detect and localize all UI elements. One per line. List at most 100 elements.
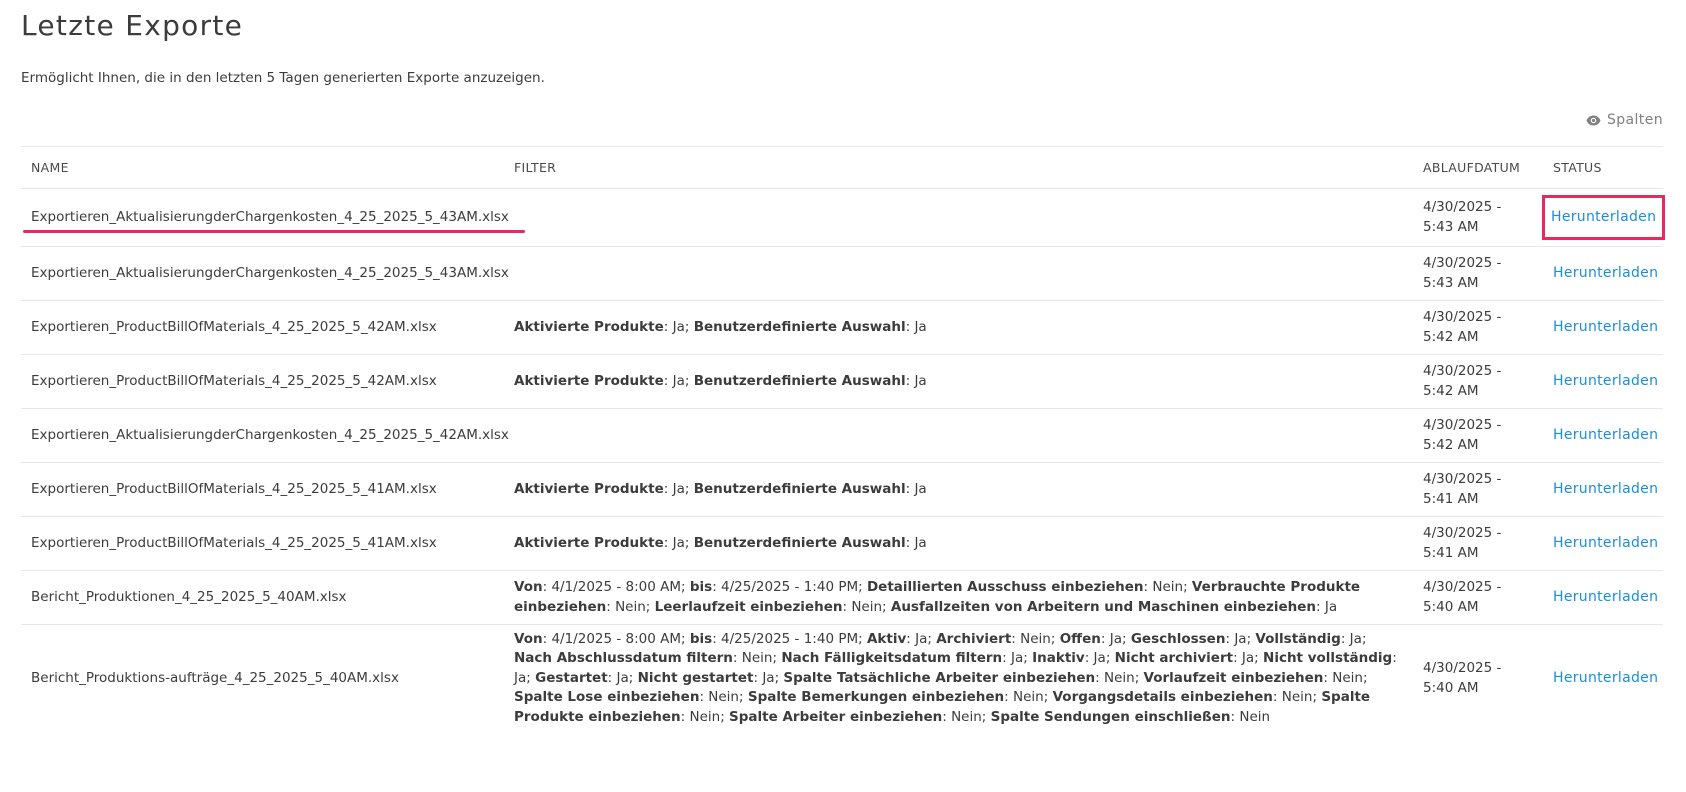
table-row: Exportieren_ProductBillOfMaterials_4_25_… — [21, 516, 1663, 570]
download-link[interactable]: Herunterladen — [1553, 264, 1658, 284]
filter-value: Nein — [851, 598, 883, 615]
filter-label: Archiviert — [936, 630, 1012, 647]
filter-value: Nein — [951, 708, 982, 725]
export-filter: Aktivierte Produkte: Ja; Benutzerdefinie… — [514, 534, 927, 551]
filter-value: 4/25/2025 - 1:40 PM — [721, 630, 859, 647]
filter-label: Aktivierte Produkte — [514, 534, 664, 551]
status-cell: Herunterladen — [1549, 588, 1663, 608]
expiry-time-line: 5:42 AM — [1423, 328, 1479, 345]
filter-value: Nein — [1103, 669, 1135, 686]
columns-button[interactable]: Spalten — [1586, 112, 1663, 128]
expiry-time-line: 5:42 AM — [1423, 436, 1479, 453]
filter-label: Inaktiv — [1032, 650, 1085, 667]
expiry-date-line: 4/30/2025 - — [1423, 471, 1502, 487]
header-expiry[interactable]: ABLAUFDATUM — [1423, 158, 1549, 178]
table-row: Exportieren_ProductBillOfMaterials_4_25_… — [21, 354, 1663, 408]
export-filter: Aktivierte Produkte: Ja; Benutzerdefinie… — [514, 372, 927, 389]
export-filter: Aktivierte Produkte: Ja; Benutzerdefinie… — [514, 318, 927, 335]
download-link[interactable]: Herunterladen — [1553, 372, 1658, 392]
export-filter: Von: 4/1/2025 - 8:00 AM; bis: 4/25/2025 … — [514, 630, 1397, 725]
table-body: Exportieren_AktualisierungderChargenkost… — [21, 188, 1666, 732]
filter-label: Gestartet — [535, 669, 608, 686]
filter-label: Benutzerdefinierte Auswahl — [693, 318, 906, 335]
expiry-date-line: 4/30/2025 - — [1423, 579, 1502, 595]
filter-value: Nein — [689, 708, 721, 725]
table-row: Exportieren_AktualisierungderChargenkost… — [21, 188, 1666, 246]
filter-value: Ja — [1349, 630, 1362, 647]
filter-value: Nein — [1152, 579, 1184, 595]
filter-value: Nein — [1020, 630, 1051, 647]
expiry-date-line: 4/30/2025 - — [1423, 309, 1502, 325]
filter-label: Nicht gestartet — [637, 669, 754, 686]
filter-label: Vorgangsdetails einbeziehen — [1052, 689, 1273, 706]
annotation-underline — [23, 229, 525, 233]
export-file-name: Exportieren_AktualisierungderChargenkost… — [31, 426, 509, 443]
filter-label: Nach Abschlussdatum filtern — [514, 650, 733, 667]
eye-icon — [1586, 115, 1601, 126]
filter-label: Benutzerdefinierte Auswahl — [693, 534, 906, 551]
expiry-date: 4/30/2025 - 5:43 AM — [1423, 198, 1549, 237]
filter-label: Offen — [1059, 630, 1101, 647]
download-link[interactable]: Herunterladen — [1541, 194, 1666, 241]
expiry-date-line: 4/30/2025 - — [1423, 660, 1502, 676]
filter-value: 4/1/2025 - 8:00 AM — [551, 630, 682, 647]
table-row: Exportieren_AktualisierungderChargenkost… — [21, 246, 1663, 300]
expiry-date: 4/30/2025 - 5:42 AM — [1423, 308, 1549, 347]
export-file-name: Exportieren_AktualisierungderChargenkost… — [31, 264, 509, 281]
export-file-name: Bericht_Produktions-aufträge_4_25_2025_5… — [31, 669, 399, 686]
filter-value: Nein — [708, 689, 739, 706]
download-link[interactable]: Herunterladen — [1553, 318, 1658, 338]
filter-label: Von — [514, 630, 543, 647]
expiry-date-line: 4/30/2025 - — [1423, 255, 1502, 271]
filter-label: Nicht archiviert — [1114, 650, 1234, 667]
export-file-name: Exportieren_ProductBillOfMaterials_4_25_… — [31, 318, 437, 335]
header-status[interactable]: STATUS — [1549, 158, 1663, 178]
filter-value: Ja — [672, 534, 685, 551]
download-link[interactable]: Herunterladen — [1553, 480, 1658, 500]
download-link[interactable]: Herunterladen — [1553, 669, 1658, 689]
export-file-name: Exportieren_ProductBillOfMaterials_4_25_… — [31, 372, 437, 389]
expiry-time-line: 5:41 AM — [1423, 544, 1479, 561]
filter-label: bis — [689, 579, 713, 595]
status-cell: Herunterladen — [1549, 534, 1663, 554]
filter-label: Geschlossen — [1130, 630, 1226, 647]
filter-value: Ja — [672, 480, 685, 497]
expiry-date: 4/30/2025 - 5:40 AM — [1423, 659, 1549, 698]
status-cell: Herunterladen — [1549, 318, 1663, 338]
filter-value: 4/1/2025 - 8:00 AM — [551, 579, 682, 595]
filter-value: Ja — [1241, 650, 1255, 667]
export-filter: Aktivierte Produkte: Ja; Benutzerdefinie… — [514, 480, 927, 497]
filter-label: Aktivierte Produkte — [514, 318, 664, 335]
filter-label: Spalte Tatsächliche Arbeiter einbeziehen — [783, 669, 1096, 686]
status-cell: Herunterladen — [1541, 194, 1666, 241]
filter-label: Spalte Sendungen einschließen — [990, 708, 1231, 725]
header-filter[interactable]: FILTER — [514, 158, 1423, 178]
export-file-name: Exportieren_AktualisierungderChargenkost… — [31, 208, 509, 225]
filter-label: Nicht vollständig — [1263, 650, 1393, 667]
expiry-date: 4/30/2025 - 5:42 AM — [1423, 416, 1549, 455]
expiry-date: 4/30/2025 - 5:42 AM — [1423, 362, 1549, 401]
filter-label: Benutzerdefinierte Auswahl — [693, 372, 906, 389]
expiry-time-line: 5:42 AM — [1423, 382, 1479, 399]
expiry-date: 4/30/2025 - 5:41 AM — [1423, 524, 1549, 563]
download-link[interactable]: Herunterladen — [1553, 534, 1658, 554]
expiry-time-line: 5:40 AM — [1423, 598, 1479, 615]
expiry-date-line: 4/30/2025 - — [1423, 417, 1502, 433]
filter-value: Nein — [615, 598, 646, 615]
export-file-name: Bericht_Produktionen_4_25_2025_5_40AM.xl… — [31, 588, 347, 605]
filter-value: Nein — [1281, 689, 1313, 706]
filter-label: Von — [514, 579, 543, 595]
filter-value: Ja — [914, 534, 927, 551]
filter-label: Vollständig — [1255, 630, 1341, 647]
export-file-name: Exportieren_ProductBillOfMaterials_4_25_… — [31, 480, 437, 497]
header-name[interactable]: NAME — [21, 158, 514, 178]
filter-label: Aktiv — [866, 630, 907, 647]
download-link[interactable]: Herunterladen — [1553, 426, 1658, 446]
filter-value: Nein — [1013, 689, 1044, 706]
download-link[interactable]: Herunterladen — [1553, 588, 1658, 608]
table-header-row: NAME FILTER ABLAUFDATUM STATUS — [21, 146, 1663, 188]
expiry-date-line: 4/30/2025 - — [1423, 363, 1502, 379]
filter-label: Spalte Lose einbeziehen — [514, 689, 700, 706]
recent-exports-page: Letzte Exporte Ermöglicht Ihnen, die in … — [0, 0, 1686, 792]
page-title: Letzte Exporte — [21, 9, 244, 42]
